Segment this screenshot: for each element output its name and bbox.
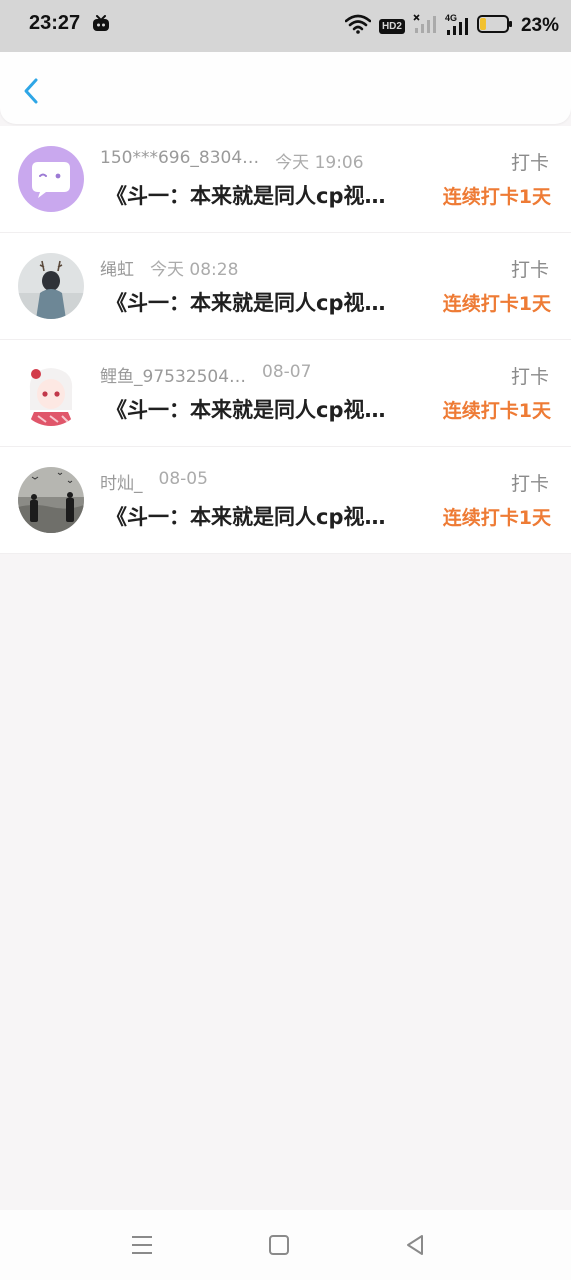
item-meta: 绳虹 今天 08:28	[100, 255, 238, 280]
item-username[interactable]: 150***696_8304…	[100, 148, 259, 168]
item-meta: 鲤鱼_97532504… 08-07	[100, 362, 311, 387]
list-item[interactable]: 鲤鱼_97532504… 08-07 《斗一：本来就是同人cp视… 打卡 连续打卡…	[0, 340, 571, 447]
wifi-icon	[344, 14, 372, 38]
home-icon	[269, 1235, 289, 1255]
hd-badge-icon: HD2	[378, 18, 405, 34]
streak-label: 连续打卡1天	[442, 293, 551, 315]
item-time: 今天 08:28	[150, 260, 239, 280]
checkin-button[interactable]: 打卡	[511, 148, 549, 175]
status-icons: HD2 4G 23%	[344, 12, 559, 40]
back-nav-button[interactable]	[400, 1230, 430, 1260]
system-nav-bar	[0, 1210, 571, 1280]
item-meta: 150***696_8304… 今天 19:06	[100, 148, 364, 173]
signal-no-service-icon	[413, 14, 437, 38]
item-title[interactable]: 《斗一：本来就是同人cp视…	[106, 501, 408, 531]
chevron-left-icon	[24, 78, 38, 104]
battery-percent: 23%	[520, 15, 559, 36]
item-time: 08-05	[158, 469, 208, 489]
item-username[interactable]: 时灿_	[100, 469, 143, 494]
item-username[interactable]: 绳虹	[100, 255, 134, 280]
list-item[interactable]: 150***696_8304… 今天 19:06 《斗一：本来就是同人cp视… 打…	[0, 126, 571, 233]
signal-4g-icon: 4G	[445, 13, 469, 36]
antler-girl-avatar[interactable]	[18, 253, 84, 319]
home-button[interactable]	[264, 1230, 294, 1260]
status-bar: 23:27 HD2 4G 23%	[0, 0, 571, 52]
checkin-button[interactable]: 打卡	[511, 255, 549, 282]
item-title[interactable]: 《斗一：本来就是同人cp视…	[106, 287, 408, 317]
checkin-button[interactable]: 打卡	[511, 362, 549, 389]
page-header	[0, 52, 571, 124]
tv-app-icon	[92, 15, 110, 37]
item-time: 今天 19:06	[275, 153, 364, 173]
list-item[interactable]: 绳虹 今天 08:28 《斗一：本来就是同人cp视… 打卡 连续打卡1天	[0, 233, 571, 340]
battery-icon	[476, 14, 513, 38]
list-item[interactable]: 时灿_ 08-05 《斗一：本来就是同人cp视… 打卡 连续打卡1天	[0, 447, 571, 554]
status-time: 23:27	[29, 12, 81, 34]
anime-girl-avatar[interactable]	[18, 360, 84, 426]
item-meta: 时灿_ 08-05	[100, 469, 208, 494]
menu-icon	[132, 1236, 152, 1254]
item-title[interactable]: 《斗一：本来就是同人cp视…	[106, 394, 408, 424]
beach-couple-avatar[interactable]	[18, 467, 84, 533]
streak-label: 连续打卡1天	[442, 507, 551, 529]
checkin-button[interactable]: 打卡	[511, 469, 549, 496]
item-time: 08-07	[262, 362, 312, 382]
streak-label: 连续打卡1天	[442, 400, 551, 422]
menu-button[interactable]	[127, 1230, 157, 1260]
checkin-list: 150***696_8304… 今天 19:06 《斗一：本来就是同人cp视… 打…	[0, 126, 571, 554]
item-title[interactable]: 《斗一：本来就是同人cp视…	[106, 180, 408, 210]
back-triangle-icon	[407, 1235, 423, 1255]
back-button[interactable]	[18, 74, 46, 108]
chat-bubble-avatar[interactable]	[18, 146, 84, 212]
battery-fill	[479, 18, 486, 30]
streak-label: 连续打卡1天	[442, 186, 551, 208]
item-username[interactable]: 鲤鱼_97532504…	[100, 362, 246, 387]
